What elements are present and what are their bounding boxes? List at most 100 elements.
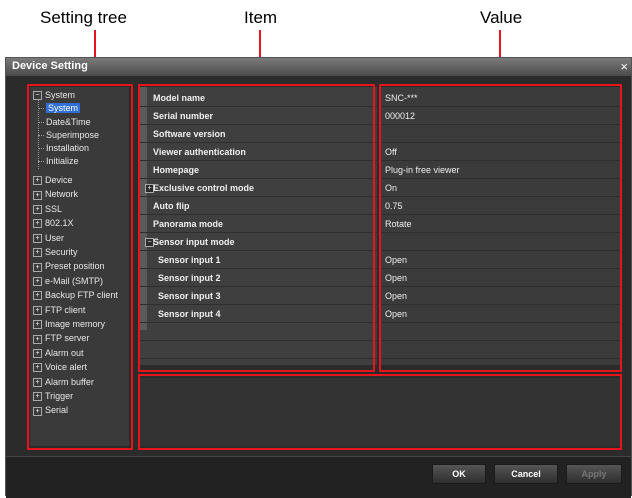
value-cell[interactable]: Open <box>385 291 407 301</box>
expand-icon[interactable]: + <box>33 320 42 330</box>
tree-node-label: Voice alert <box>45 362 88 373</box>
close-icon[interactable]: × <box>620 59 628 74</box>
tree-node-ftp-client[interactable]: + FTP client <box>33 305 85 315</box>
value-cell[interactable]: Open <box>385 309 407 319</box>
value-cell[interactable]: 0.75 <box>385 201 403 211</box>
tree-node-label: Alarm buffer <box>45 376 94 387</box>
tree-node-system[interactable]: − System <box>33 90 76 101</box>
table-row <box>139 342 620 359</box>
expand-icon[interactable]: + <box>33 276 42 286</box>
tree-node-e-mail-smtp[interactable]: + e-Mail (SMTP) <box>33 276 103 286</box>
item-cell: Panorama mode <box>153 219 224 229</box>
tree-node-label: User <box>45 232 65 243</box>
value-cell[interactable]: Plug-in free viewer <box>385 165 460 175</box>
table-row[interactable]: + Exclusive control mode On <box>139 180 620 197</box>
tree-node-system-system[interactable]: System <box>46 103 81 113</box>
value-cell[interactable]: SNC-*** <box>385 93 418 103</box>
tree-node-label: Network <box>45 189 79 200</box>
expand-icon[interactable]: + <box>33 176 42 186</box>
callout-item: Item <box>244 8 278 27</box>
expand-icon[interactable]: + <box>33 233 42 243</box>
expand-icon[interactable]: + <box>33 262 42 272</box>
value-cell[interactable]: Off <box>385 147 397 157</box>
expand-icon[interactable]: + <box>33 291 42 301</box>
ok-button[interactable]: OK <box>432 464 486 484</box>
tree-node-image-memory[interactable]: + Image memory <box>33 319 105 330</box>
tree-connector <box>38 161 44 162</box>
table-row[interactable]: Viewer authentication Off <box>139 144 620 161</box>
setting-tree: − System System Date&Time Superimpose Ins… <box>30 87 129 446</box>
value-cell[interactable]: Rotate <box>385 219 412 229</box>
tree-node-label: FTP server <box>45 333 90 344</box>
tree-node-superimpose[interactable]: Superimpose <box>46 130 99 140</box>
item-cell: Exclusive control mode <box>153 183 255 193</box>
tree-node-ssl[interactable]: + SSL <box>33 204 62 214</box>
tree-connector <box>38 122 44 123</box>
table-row[interactable]: Sensor input 1 Open <box>139 252 620 269</box>
tree-node-label: 802.1X <box>45 218 74 229</box>
expand-icon[interactable]: + <box>33 377 42 387</box>
tree-node-serial[interactable]: + Serial <box>33 405 68 416</box>
device-setting-window: Device Setting × − System System Date&Tim… <box>5 57 632 498</box>
expand-icon[interactable]: + <box>33 219 42 229</box>
tree-node-label: Device <box>45 175 73 185</box>
value-cell[interactable]: Open <box>385 255 407 265</box>
tree-node-alarm-buffer[interactable]: + Alarm buffer <box>33 377 94 387</box>
tree-node-user[interactable]: + User <box>33 233 64 243</box>
cancel-button[interactable]: Cancel <box>494 464 558 484</box>
item-cell: Sensor input 4 <box>158 309 221 319</box>
tree-node-label: Backup FTP client <box>45 290 118 301</box>
callout-setting-tree: Setting tree <box>40 8 127 27</box>
expand-icon[interactable]: + <box>33 348 42 358</box>
tree-node-device[interactable]: + Device <box>33 175 73 186</box>
table-row[interactable]: Serial number 000012 <box>139 108 620 125</box>
expand-icon[interactable]: + <box>33 392 42 402</box>
table-row[interactable]: Software version <box>139 126 620 143</box>
tree-node-label: SSL <box>45 203 63 214</box>
collapse-icon[interactable]: − <box>33 91 42 101</box>
table-row[interactable]: − Sensor input mode <box>139 234 620 251</box>
apply-button[interactable]: Apply <box>566 464 622 484</box>
value-cell[interactable]: Open <box>385 273 407 283</box>
tree-node-label: Preset position <box>45 261 105 272</box>
expand-icon[interactable]: + <box>33 190 42 200</box>
tree-node-label: Security <box>45 247 78 257</box>
table-row[interactable]: Sensor input 3 Open <box>139 288 620 305</box>
item-cell: Model name <box>153 93 206 103</box>
tree-node-backup-ftp-client[interactable]: + Backup FTP client <box>33 290 118 301</box>
table-row[interactable]: Sensor input 2 Open <box>139 270 620 287</box>
tree-node-voice-alert[interactable]: + Voice alert <box>33 362 88 373</box>
value-cell[interactable]: 000012 <box>385 111 415 121</box>
value-cell[interactable]: On <box>385 183 397 193</box>
tree-node-label: System <box>45 90 76 100</box>
table-row[interactable]: Model name SNC-*** <box>139 90 620 107</box>
item-cell: Sensor input 1 <box>158 255 221 265</box>
expand-icon[interactable]: + <box>33 363 42 373</box>
tree-node-label: FTP client <box>45 304 86 315</box>
table-row[interactable]: Panorama mode Rotate <box>139 216 620 233</box>
table-row <box>139 360 620 377</box>
item-cell: Sensor input 3 <box>158 291 221 301</box>
tree-node-security[interactable]: + Security <box>33 247 78 258</box>
tree-node-alarm-out[interactable]: + Alarm out <box>33 348 84 358</box>
title-bar: Device Setting × <box>6 58 631 76</box>
table-row[interactable]: Auto flip 0.75 <box>139 198 620 215</box>
table-row[interactable]: Sensor input 4 Open <box>139 306 620 323</box>
tree-connector <box>38 135 44 136</box>
item-cell: Sensor input 2 <box>158 273 221 283</box>
tree-node-installation[interactable]: Installation <box>46 143 89 153</box>
tree-node-ftp-server[interactable]: + FTP server <box>33 333 90 344</box>
expand-icon[interactable]: + <box>33 305 42 315</box>
tree-node-802-1x[interactable]: +802.1X <box>33 218 74 229</box>
expand-icon[interactable]: + <box>33 248 42 258</box>
item-cell: Software version <box>153 129 226 139</box>
expand-icon[interactable]: + <box>33 334 42 344</box>
tree-node-initialize[interactable]: Initialize <box>46 156 79 166</box>
table-row[interactable]: Homepage Plug-in free viewer <box>139 162 620 179</box>
expand-icon[interactable]: + <box>33 204 42 214</box>
tree-node-date-time[interactable]: Date&Time <box>46 117 91 127</box>
tree-node-network[interactable]: + Network <box>33 189 79 200</box>
tree-node-preset-position[interactable]: + Preset position <box>33 261 105 272</box>
tree-node-trigger[interactable]: + Trigger <box>33 391 73 402</box>
expand-icon[interactable]: + <box>33 406 42 416</box>
